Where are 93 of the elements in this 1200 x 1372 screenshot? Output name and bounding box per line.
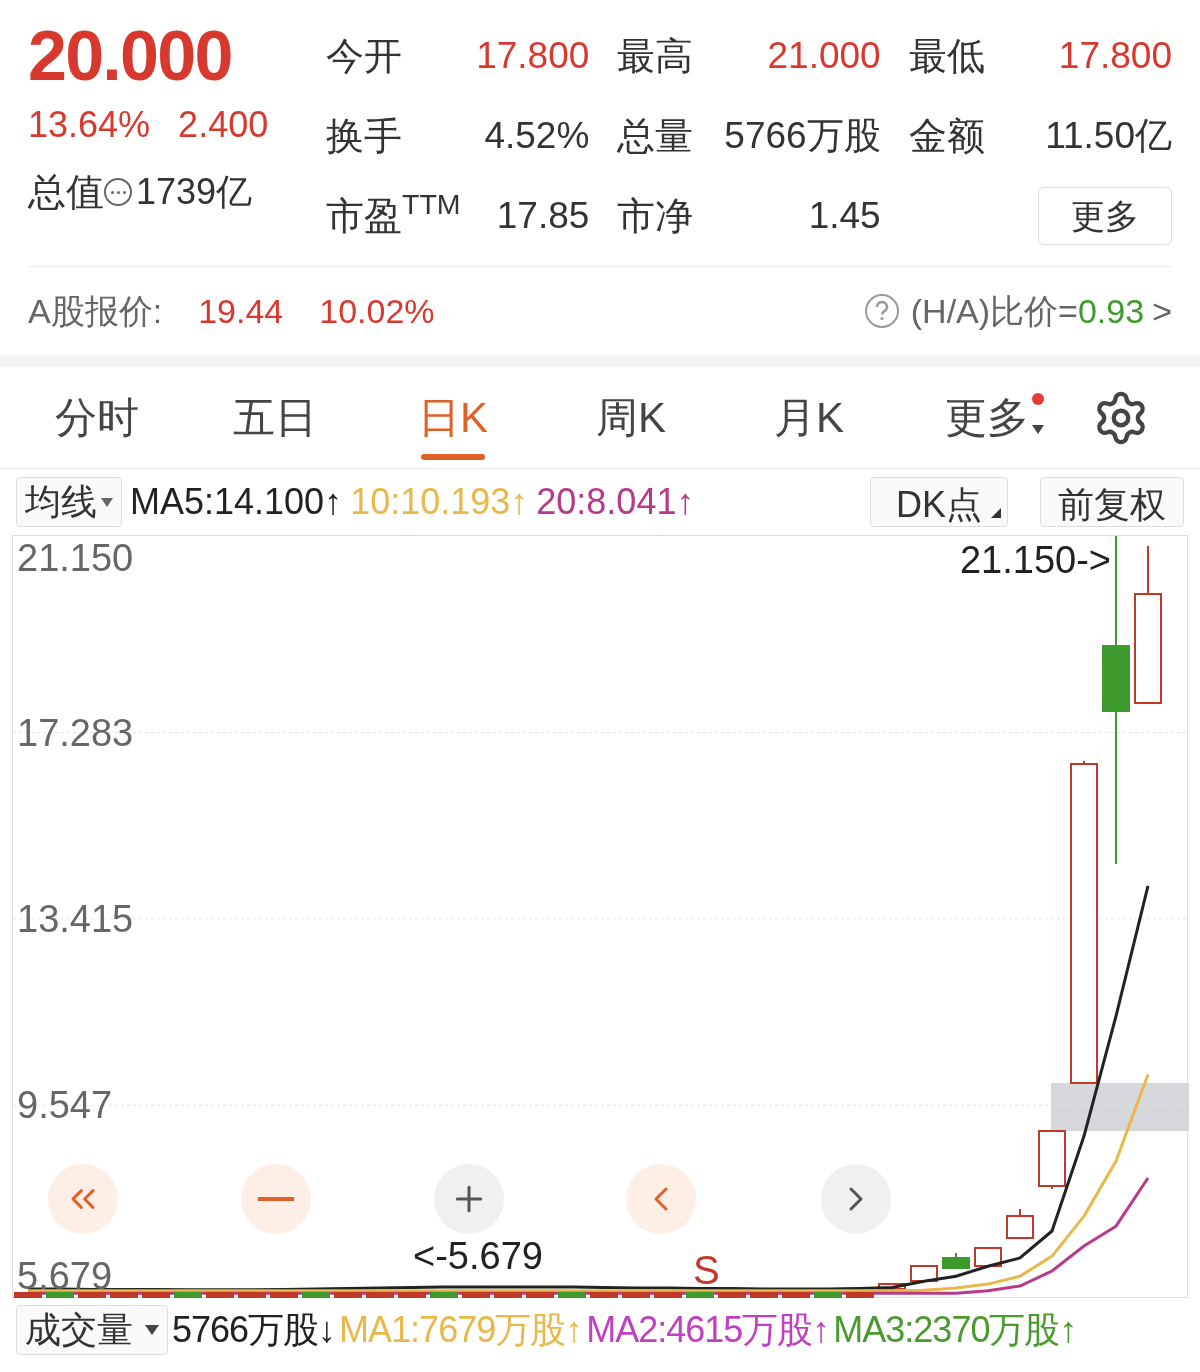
ratio-value: 0.93 <box>1077 290 1145 332</box>
candlestick <box>942 1252 970 1269</box>
a-share-price: 19.44 <box>198 290 284 332</box>
stat-value: 17.800 <box>1058 34 1172 79</box>
candlestick <box>430 1292 458 1298</box>
stat-value: 17.800 <box>476 34 590 79</box>
volume-average-value: MA1:7679万股↑ <box>339 1308 583 1352</box>
period-tab[interactable]: 五日 <box>186 367 364 468</box>
candlestick <box>1038 1130 1066 1190</box>
candlestick <box>558 1292 586 1298</box>
stat-value: 11.50亿 <box>1045 114 1172 159</box>
stat-value: 5766万股 <box>724 114 881 159</box>
more-options-icon[interactable] <box>104 178 132 206</box>
caret-icon <box>1032 425 1044 434</box>
stat-label: 最低 <box>908 33 985 79</box>
stat-label: 金额 <box>908 113 985 159</box>
candlestick <box>302 1292 330 1298</box>
candlestick <box>46 1292 74 1298</box>
candlestick <box>590 1292 618 1298</box>
price-axis-label: 21.150 <box>17 540 134 576</box>
ratio-arrow[interactable]: > <box>1152 285 1172 337</box>
period-tab[interactable]: 月K <box>720 367 898 468</box>
stat-value: 4.52% <box>484 114 590 159</box>
price-axis-label: 5.679 <box>17 1258 113 1294</box>
candlestick <box>110 1292 138 1298</box>
candlestick <box>814 1292 842 1298</box>
candlestick <box>334 1292 362 1298</box>
dk-point-button[interactable]: DK点 <box>870 477 1008 527</box>
stat-label: 换手 <box>326 113 402 159</box>
candlestick <box>622 1292 650 1298</box>
candlestick <box>494 1292 522 1298</box>
a-share-change: 10.02% <box>319 290 435 332</box>
stat-label: 总值 <box>28 170 104 215</box>
period-tab[interactable]: 日K <box>364 367 542 468</box>
candlestick <box>910 1265 938 1282</box>
high-price-marker: 21.150-> <box>959 538 1111 582</box>
candlestick <box>270 1292 298 1298</box>
candlestick <box>142 1292 170 1298</box>
help-icon[interactable] <box>864 294 899 328</box>
period-tab[interactable]: 分时 <box>8 367 186 468</box>
moving-average-value: 20:8.041↑ <box>536 480 695 524</box>
corner-triangle-icon <box>991 508 1001 518</box>
period-tab[interactable]: 更多 <box>898 367 1076 468</box>
candlestick <box>878 1283 906 1290</box>
candlestick <box>846 1292 874 1298</box>
candlestick <box>366 1292 394 1298</box>
stat-value: 1739亿 <box>136 170 253 214</box>
stat-label: 最高 <box>617 33 694 79</box>
price-adjust-button[interactable]: 前复权 <box>1040 477 1184 527</box>
candlestick <box>974 1247 1002 1267</box>
stat-label: 市净 <box>617 193 694 239</box>
candlestick <box>782 1292 810 1298</box>
caret-icon <box>101 497 113 507</box>
candlestick <box>78 1292 106 1298</box>
period-tab[interactable]: 周K <box>542 367 720 468</box>
candlestick <box>206 1292 234 1298</box>
moving-average-value: MA5:14.100↑ <box>130 480 343 524</box>
stat-label: 市盈$^{TTM}$ <box>326 187 461 239</box>
candlestick <box>462 1292 490 1298</box>
sell-signal: S <box>693 1248 720 1292</box>
candlestick <box>238 1292 266 1298</box>
candlestick <box>526 1292 554 1298</box>
candlestick <box>686 1292 714 1298</box>
volume-average-value: MA2:4615万股↑ <box>586 1308 830 1352</box>
candlestick <box>654 1292 682 1298</box>
minus-icon <box>258 1197 294 1201</box>
moving-average-value: 10:10.193↑ <box>350 480 529 524</box>
candlestick <box>398 1292 426 1298</box>
stat-label: 总量 <box>617 113 694 159</box>
candlestick <box>14 1292 42 1298</box>
ratio-label: (H/A)比价= <box>910 290 1078 332</box>
candlestick <box>750 1292 778 1298</box>
stat-label: 今开 <box>326 33 402 79</box>
a-share-label: A股报价: <box>28 290 163 332</box>
stat-value: 21.000 <box>767 34 881 79</box>
price-axis-label: 13.415 <box>17 900 134 937</box>
low-price-marker: <-5.679 <box>413 1238 543 1274</box>
candlestick <box>718 1292 746 1298</box>
price-axis-label: 9.547 <box>17 1087 113 1124</box>
caret-icon <box>145 1325 159 1335</box>
change-percent: 13.64% <box>28 103 151 147</box>
stat-value: 1.45 <box>808 194 881 239</box>
volume-average-value: MA3:2370万股↑ <box>833 1308 1077 1352</box>
change-amount: 2.400 <box>178 103 269 147</box>
last-price: 20.000 <box>28 16 233 96</box>
indicator-dropdown[interactable]: 均线 <box>16 477 122 527</box>
volume-average-value: 5766万股↓ <box>172 1308 336 1352</box>
price-axis-label: 17.283 <box>17 714 134 751</box>
stat-value: 17.85 <box>496 194 590 239</box>
more-button[interactable]: 更多 <box>1038 187 1172 245</box>
candlestick <box>1006 1208 1034 1239</box>
candlestick <box>174 1292 202 1298</box>
volume-dropdown[interactable]: 成交量 <box>16 1305 168 1355</box>
